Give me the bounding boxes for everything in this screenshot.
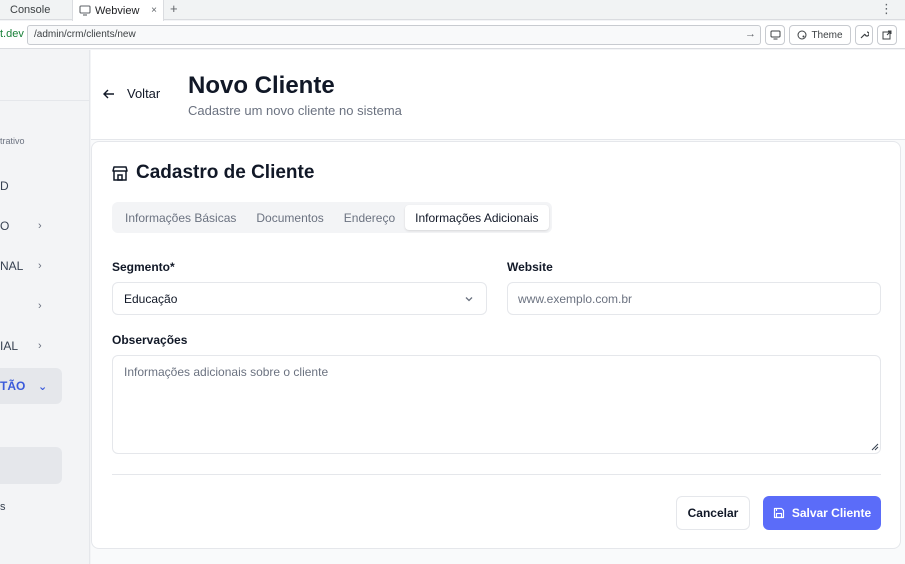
sidebar-item-bottom[interactable]: s — [0, 489, 62, 525]
tab-label: Informações Básicas — [125, 210, 237, 225]
sidebar-item-label: D — [0, 179, 9, 193]
close-icon[interactable]: × — [151, 5, 157, 16]
sidebar-item-2[interactable]: O › — [0, 208, 62, 244]
tab-console[interactable]: Console — [0, 0, 70, 20]
open-external-button[interactable] — [877, 25, 897, 45]
resize-handle-icon[interactable] — [870, 442, 879, 451]
sidebar-header — [0, 50, 90, 101]
sidebar-item-3[interactable]: NAL › — [0, 248, 62, 284]
chevron-right-icon: › — [38, 260, 42, 272]
segment-label: Segmento* — [112, 260, 175, 274]
tab-label: Endereço — [343, 210, 396, 225]
sidebar-subitem-selected[interactable] — [0, 447, 62, 484]
save-icon — [773, 507, 784, 519]
browser-menu-icon[interactable]: ⋮ — [880, 1, 893, 17]
url-input[interactable]: /admin/crm/clients/new → — [27, 25, 761, 45]
palette-icon — [797, 30, 807, 40]
page-subtitle: Cadastre um novo cliente no sistema — [188, 103, 402, 118]
tab-documents[interactable]: Documentos — [246, 205, 333, 230]
device-toggle-button[interactable] — [765, 25, 785, 45]
sidebar-item-active[interactable]: TÃO ⌄ — [0, 368, 62, 404]
website-label: Website — [507, 260, 553, 274]
chevron-right-icon: › — [38, 340, 42, 352]
form-tabs: Informações Básicas Documentos Endereço … — [112, 202, 552, 233]
chevron-right-icon: › — [38, 220, 42, 232]
sidebar-item-label: NAL — [0, 259, 24, 273]
arrow-left-icon — [103, 89, 114, 98]
chevron-down-icon: ⌄ — [38, 380, 48, 393]
sidebar-item-label: IAL — [0, 339, 19, 353]
browser-tab-bar: Console Webview × + ⋮ — [0, 0, 905, 21]
tab-webview[interactable]: Webview × — [72, 0, 164, 21]
page-header: Voltar Novo Cliente Cadastre um novo cli… — [91, 50, 905, 140]
chevron-down-icon — [465, 297, 473, 302]
new-tab-button[interactable]: + — [170, 1, 178, 16]
tab-address[interactable]: Endereço — [334, 205, 405, 230]
monitor-icon — [79, 5, 91, 16]
sidebar-item-1[interactable]: D — [0, 168, 62, 204]
sidebar-item-label: s — [0, 501, 6, 513]
url-text: /admin/crm/clients/new — [34, 29, 136, 40]
tab-additional-info[interactable]: Informações Adicionais — [405, 205, 549, 230]
tab-basic-info[interactable]: Informações Básicas — [115, 205, 246, 230]
theme-label: Theme — [811, 29, 843, 41]
page-title: Novo Cliente — [188, 72, 335, 99]
monitor-icon — [770, 30, 780, 40]
cancel-button[interactable]: Cancelar — [676, 496, 750, 530]
chevron-right-icon: › — [38, 300, 42, 312]
sidebar: trativo D O › NAL › › IAL › TÃO ⌄ s — [0, 50, 90, 564]
sidebar-item-4[interactable]: › — [0, 288, 62, 324]
save-label: Salvar Cliente — [791, 506, 872, 520]
arrow-right-icon[interactable]: → — [745, 28, 756, 40]
back-label: Voltar — [127, 86, 161, 101]
notes-label: Observações — [112, 333, 188, 347]
cancel-label: Cancelar — [687, 506, 739, 520]
tab-label: Informações Adicionais — [415, 210, 539, 225]
tab-webview-label: Webview — [95, 4, 140, 17]
external-link-icon — [882, 30, 892, 40]
main-content: Voltar Novo Cliente Cadastre um novo cli… — [91, 50, 905, 564]
store-icon — [112, 165, 128, 181]
sidebar-section-caption: trativo — [0, 136, 25, 146]
sidebar-item-label: O — [0, 219, 10, 233]
sidebar-item-5[interactable]: IAL › — [0, 328, 62, 364]
theme-button[interactable]: Theme — [789, 25, 851, 45]
wrench-icon — [860, 31, 869, 39]
tab-label: Documentos — [256, 210, 324, 225]
website-input[interactable] — [507, 282, 881, 315]
card-title: Cadastro de Cliente — [112, 162, 314, 184]
segment-value: Educação — [124, 291, 178, 306]
url-bar: t.dev /admin/crm/clients/new → Theme — [0, 21, 905, 49]
sidebar-item-label: TÃO — [0, 379, 26, 393]
save-client-button[interactable]: Salvar Cliente — [763, 496, 881, 530]
form-divider — [112, 474, 881, 475]
card-title-text: Cadastro de Cliente — [136, 162, 315, 183]
notes-textarea[interactable] — [112, 355, 881, 454]
client-form-card: Cadastro de Cliente Informações Básicas … — [91, 141, 901, 549]
tab-console-label: Console — [10, 4, 51, 16]
devtools-button[interactable] — [855, 25, 873, 45]
back-button[interactable]: Voltar — [103, 86, 160, 101]
domain-tail: t.dev — [0, 28, 24, 40]
segment-select[interactable]: Educação — [112, 282, 487, 315]
